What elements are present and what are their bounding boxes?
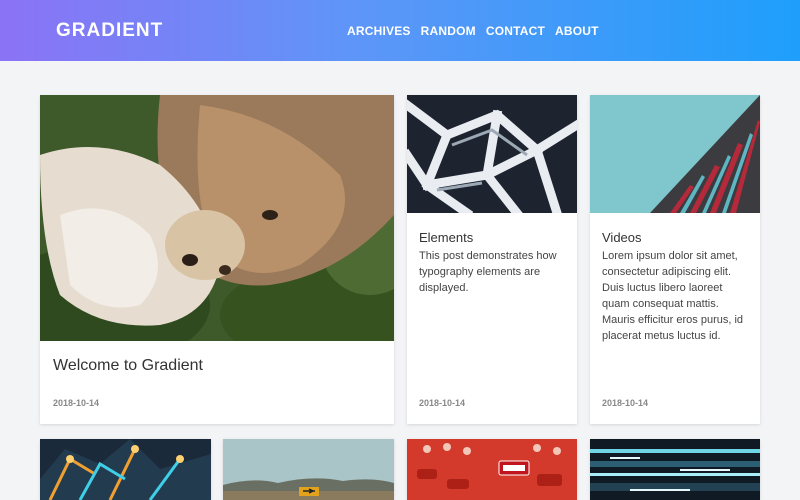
post-excerpt: This post demonstrates how typography el… <box>419 250 557 294</box>
post-image-red-candy[interactable] <box>407 439 577 500</box>
post-date: 2018-10-14 <box>419 398 466 408</box>
post-excerpt: Lorem ipsum dolor sit amet, consectetur … <box>602 250 744 342</box>
post-card-partial[interactable] <box>223 439 394 500</box>
nav-random[interactable]: RANDOM <box>421 24 476 38</box>
post-date: 2018-10-14 <box>602 398 649 408</box>
site-header: GRADIENT ARCHIVES RANDOM CONTACT ABOUT <box>0 0 800 61</box>
post-date: 2018-10-14 <box>53 398 100 408</box>
post-image-geometric[interactable] <box>407 95 577 213</box>
nav-archives[interactable]: ARCHIVES <box>347 24 411 38</box>
post-card-partial[interactable] <box>40 439 211 500</box>
post-card-partial[interactable] <box>590 439 760 500</box>
post-image-building[interactable] <box>590 95 760 213</box>
post-card-videos[interactable]: Videos Lorem ipsum dolor sit amet, conse… <box>590 95 760 424</box>
post-card-elements[interactable]: Elements This post demonstrates how typo… <box>407 95 577 424</box>
post-card-featured[interactable]: Welcome to Gradient 2018-10-14 <box>40 95 394 424</box>
post-title[interactable]: Videos <box>602 230 642 245</box>
nav-contact[interactable]: CONTACT <box>486 24 545 38</box>
main-nav: ARCHIVES RANDOM CONTACT ABOUT <box>347 24 599 38</box>
site-logo[interactable]: GRADIENT <box>56 20 163 42</box>
post-image-neon-sign[interactable] <box>40 439 211 500</box>
post-card-partial[interactable] <box>407 439 577 500</box>
nav-about[interactable]: ABOUT <box>555 24 599 38</box>
post-image-server-lights[interactable] <box>590 439 760 500</box>
post-title[interactable]: Welcome to Gradient <box>53 357 203 375</box>
post-image-cat-dog[interactable] <box>40 95 394 341</box>
post-image-road-landscape[interactable] <box>223 439 394 500</box>
post-title[interactable]: Elements <box>419 230 473 245</box>
